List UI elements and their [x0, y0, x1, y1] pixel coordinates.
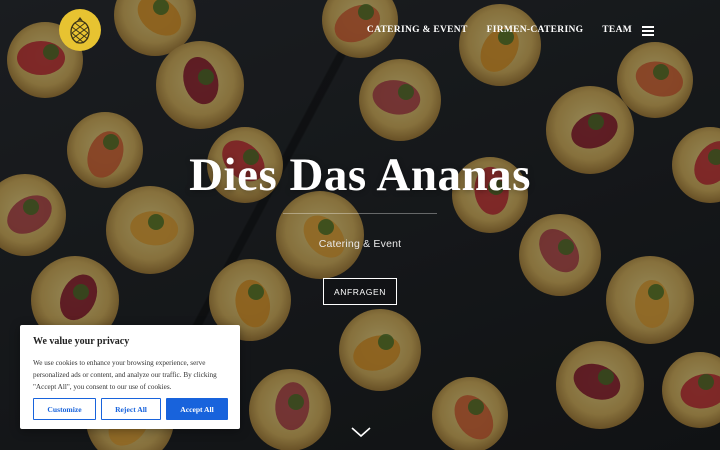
hero-subtitle: Catering & Event	[318, 238, 402, 250]
cookie-button-group: Customize Reject All Accept All	[33, 398, 228, 420]
reject-all-button[interactable]: Reject All	[101, 398, 161, 420]
pineapple-logo[interactable]	[59, 9, 101, 51]
pineapple-icon	[70, 17, 90, 44]
cookie-consent-banner: We value your privacy We use cookies to …	[20, 325, 240, 429]
hero-divider	[283, 213, 437, 214]
nav-link-team[interactable]: TEAM	[602, 25, 632, 35]
hamburger-icon[interactable]	[642, 26, 654, 36]
main-navigation: CATERING & EVENT FIRMEN-CATERING TEAM	[367, 25, 632, 35]
nav-link-firmen-catering[interactable]: FIRMEN-CATERING	[487, 25, 584, 35]
hero-title: Dies Das Ananas	[189, 149, 531, 201]
cookie-description: We use cookies to enhance your browsing …	[33, 359, 217, 392]
customize-button[interactable]: Customize	[33, 398, 96, 420]
anfragen-button[interactable]: ANFRAGEN	[323, 278, 397, 305]
nav-link-catering-event[interactable]: CATERING & EVENT	[367, 25, 468, 35]
accept-all-button[interactable]: Accept All	[166, 398, 228, 420]
chevron-down-icon[interactable]	[350, 426, 372, 438]
cookie-title: We value your privacy	[33, 336, 130, 347]
